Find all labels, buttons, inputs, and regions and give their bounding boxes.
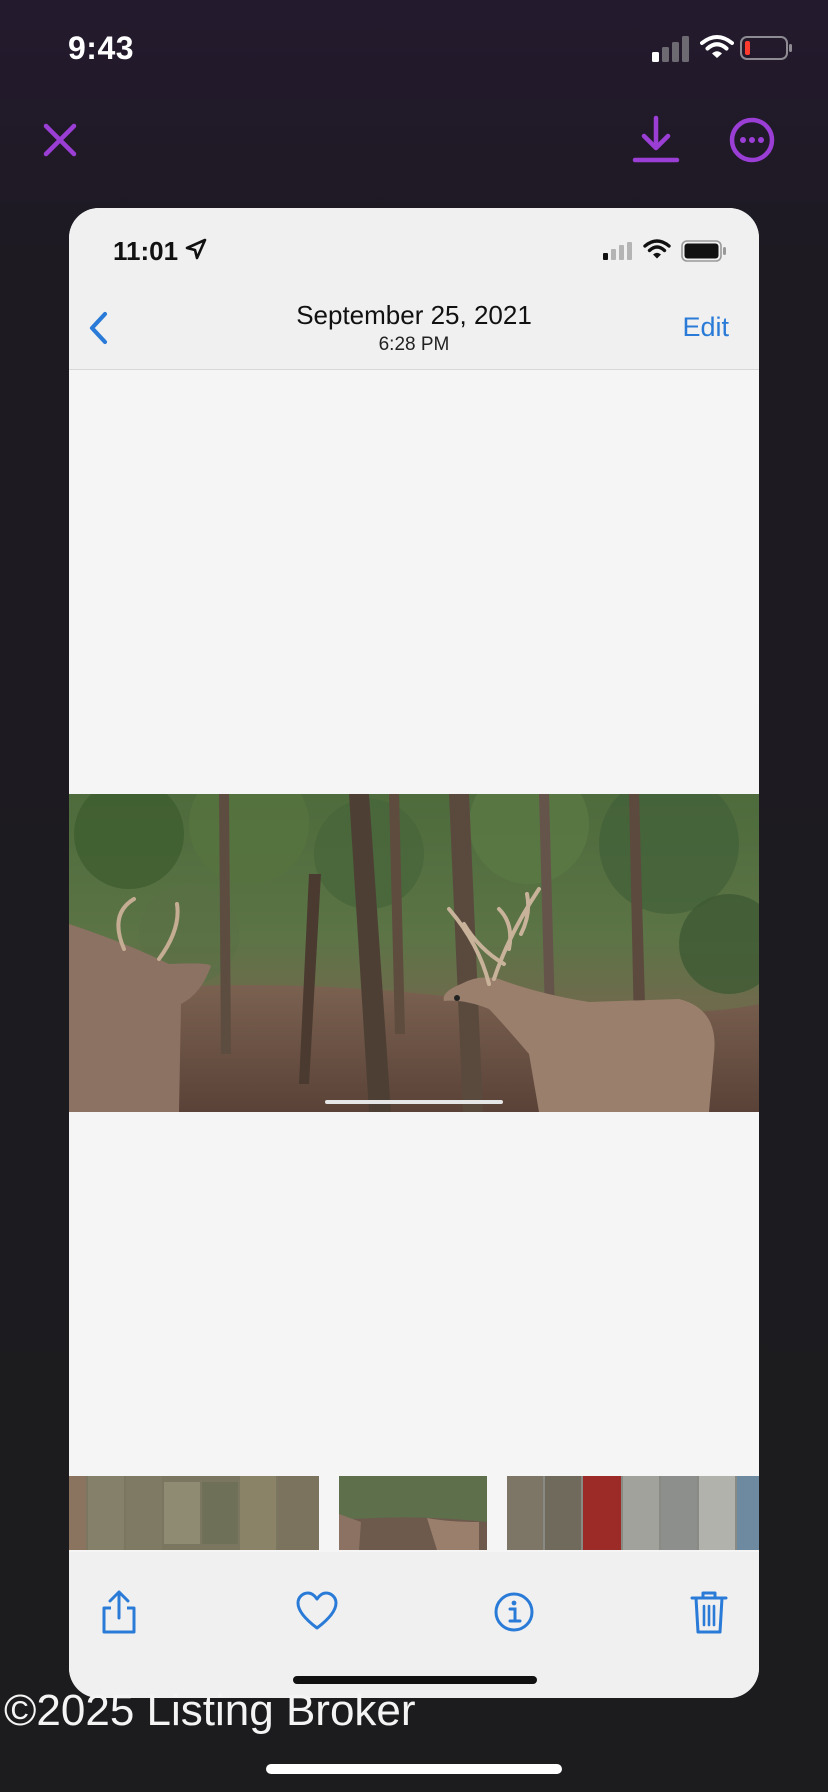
thumbnail-strip[interactable] xyxy=(69,1474,759,1552)
info-icon[interactable] xyxy=(492,1588,536,1636)
status-time: 9:43 xyxy=(68,30,135,66)
edit-button[interactable]: Edit xyxy=(682,312,729,343)
wifi-icon xyxy=(700,35,734,58)
photo-date: September 25, 2021 xyxy=(296,300,532,330)
share-icon[interactable] xyxy=(97,1588,141,1636)
thumbnail[interactable] xyxy=(507,1476,759,1550)
cellular-signal-icon xyxy=(652,36,689,62)
trash-icon[interactable] xyxy=(687,1588,731,1636)
trail-camera-photo xyxy=(69,794,759,1112)
photo-time: 6:28 PM xyxy=(378,334,450,355)
cellular-signal-icon xyxy=(603,242,632,260)
screenshot-image[interactable]: 11:01 September 25, 2021 6:28 PM Edit xyxy=(69,208,759,1698)
copyright-watermark: ©2025 Listing Broker xyxy=(4,1686,416,1735)
photo-nav-bar: September 25, 2021 6:28 PM Edit xyxy=(69,288,759,370)
inner-status-time: 11:01 xyxy=(113,236,179,266)
battery-full-icon xyxy=(681,240,726,262)
inner-home-indicator xyxy=(293,1676,537,1684)
home-indicator[interactable] xyxy=(266,1764,562,1774)
thumbnail[interactable] xyxy=(69,1476,319,1550)
photo-home-indicator xyxy=(325,1100,503,1104)
close-icon[interactable] xyxy=(38,118,82,162)
more-options-icon[interactable] xyxy=(728,116,776,164)
thumbnail-current[interactable] xyxy=(339,1476,487,1550)
wifi-icon xyxy=(643,239,671,259)
inner-status-bar: 11:01 xyxy=(69,208,759,288)
heart-icon[interactable] xyxy=(295,1588,339,1636)
location-arrow-icon xyxy=(185,238,207,260)
battery-low-icon xyxy=(740,36,792,60)
download-icon[interactable] xyxy=(632,114,680,166)
